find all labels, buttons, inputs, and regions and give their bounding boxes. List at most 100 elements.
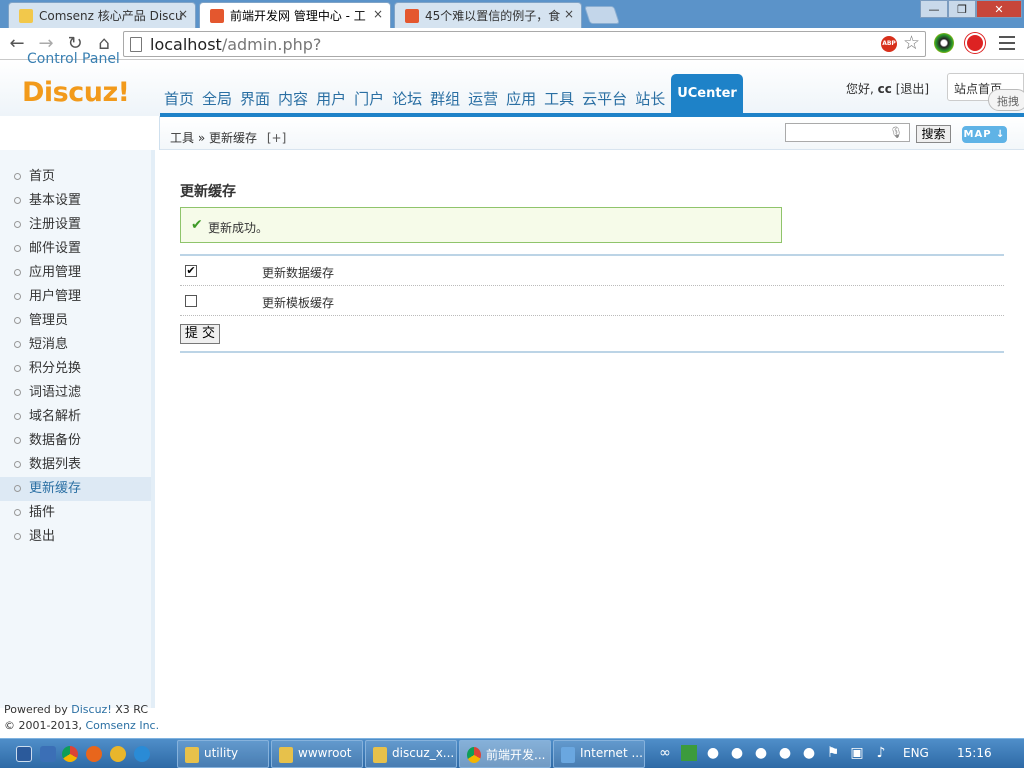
sidebar-item[interactable]: 短消息 — [0, 333, 151, 357]
sidebar-item[interactable]: 词语过滤 — [0, 381, 151, 405]
main-content: 更新缓存 ✔ 更新成功。 ✔ 更新数据缓存 更新模板缓存 提 交 — [160, 150, 1024, 708]
bullet-icon — [14, 293, 21, 300]
search-button[interactable]: 搜索 — [916, 125, 951, 143]
discuz-logo[interactable]: Discuz! — [22, 77, 130, 108]
sidebar-item[interactable]: 插件 — [0, 501, 151, 525]
sidebar-item-active[interactable]: 更新缓存 — [0, 477, 151, 501]
windows-taskbar: utility wwwroot discuz_x... 前端开发... Inte… — [0, 738, 1024, 768]
sidebar-item[interactable]: 应用管理 — [0, 261, 151, 285]
extension-stop-icon[interactable] — [965, 33, 985, 53]
tab-close-icon[interactable]: × — [178, 7, 188, 21]
browser-tab-examples[interactable]: 45个难以置信的例子，食 × — [394, 2, 582, 28]
qq-icon[interactable]: ● — [753, 745, 769, 761]
nav-item[interactable]: 站长 — [633, 86, 667, 112]
nav-item[interactable]: 首页 — [162, 86, 196, 112]
nav-item[interactable]: 全局 — [200, 86, 234, 112]
taskbar-clock[interactable]: 15:16 — [957, 746, 992, 760]
drag-search-bubble[interactable]: 拖拽 — [988, 89, 1024, 111]
sidebar-item[interactable]: 基本设置 — [0, 189, 151, 213]
ie-tab-icon[interactable] — [110, 746, 126, 762]
sidebar-item[interactable]: 数据列表 — [0, 453, 151, 477]
url-text: localhost/admin.php? — [150, 35, 322, 54]
sidebar-item[interactable]: 注册设置 — [0, 213, 151, 237]
sidebar-item[interactable]: 退出 — [0, 525, 151, 549]
page-icon — [130, 37, 142, 52]
taskbar-item-utility[interactable]: utility — [177, 740, 269, 768]
tray-green-icon[interactable] — [681, 745, 697, 761]
close-window-button[interactable]: ✕ — [976, 0, 1022, 18]
input-language[interactable]: ENG — [903, 746, 929, 760]
bullet-icon — [14, 173, 21, 180]
page-title: 更新缓存 — [180, 184, 236, 200]
address-bar[interactable]: localhost/admin.php? ABP ☆ — [123, 31, 926, 57]
sidebar-item[interactable]: 数据备份 — [0, 429, 151, 453]
switch-windows-icon[interactable] — [40, 746, 56, 762]
qq-icon[interactable]: ● — [705, 745, 721, 761]
discuz-link[interactable]: Discuz! — [71, 703, 111, 716]
firefox-icon[interactable] — [86, 746, 102, 762]
volume-icon[interactable]: ♪ — [873, 745, 889, 761]
update-data-cache-checkbox[interactable]: ✔ — [185, 265, 197, 277]
flag-icon[interactable]: ⚑ — [825, 745, 841, 761]
minimize-button[interactable]: — — [920, 0, 948, 18]
comsenz-favicon-icon — [19, 9, 33, 23]
nav-item[interactable]: 云平台 — [580, 86, 629, 112]
microphone-icon[interactable]: 🎙 — [889, 126, 903, 139]
browser-tab-admin[interactable]: 前端开发网 管理中心 - 工 × — [199, 2, 391, 28]
qq-icon[interactable]: ● — [777, 745, 793, 761]
nav-item[interactable]: 应用 — [504, 86, 538, 112]
sidebar-item[interactable]: 管理员 — [0, 309, 151, 333]
sidebar-item[interactable]: 积分兑换 — [0, 357, 151, 381]
nav-item[interactable]: 工具 — [542, 86, 576, 112]
logout-link[interactable]: [退出] — [896, 82, 929, 96]
new-tab-button[interactable] — [584, 6, 620, 24]
sidebar-item[interactable]: 域名解析 — [0, 405, 151, 429]
nav-item-ucenter[interactable]: UCenter — [671, 74, 743, 114]
maximize-button[interactable]: ❐ — [948, 0, 976, 18]
nav-item[interactable]: 论坛 — [390, 86, 424, 112]
nav-item[interactable]: 内容 — [276, 86, 310, 112]
nav-item[interactable]: 门户 — [352, 86, 386, 112]
network-icon — [561, 747, 575, 763]
tray-glasses-icon[interactable]: ∞ — [657, 745, 673, 761]
qq-icon[interactable]: ● — [801, 745, 817, 761]
nav-item[interactable]: 运营 — [466, 86, 500, 112]
taskbar-item-chrome[interactable]: 前端开发... — [459, 740, 551, 768]
sidebar-item[interactable]: 首页 — [0, 165, 151, 189]
qq-icon[interactable]: ● — [729, 745, 745, 761]
submit-button[interactable]: 提 交 — [180, 324, 220, 344]
bookmark-star-icon[interactable]: ☆ — [903, 32, 920, 54]
tab-close-icon[interactable]: × — [564, 7, 574, 21]
taskbar-item-discuz[interactable]: discuz_x... — [365, 740, 457, 768]
bullet-icon — [14, 509, 21, 516]
comsenz-link[interactable]: Comsenz Inc. — [85, 719, 159, 732]
success-message: 更新成功。 — [208, 221, 269, 235]
tab-close-icon[interactable]: × — [373, 7, 383, 21]
taskbar-item-wwwroot[interactable]: wwwroot — [271, 740, 363, 768]
extension-color-icon[interactable] — [934, 33, 954, 53]
bullet-icon — [14, 461, 21, 468]
nav-item[interactable]: 群组 — [428, 86, 462, 112]
add-shortcut-link[interactable]: [+] — [267, 131, 286, 145]
admin-search-input[interactable]: 🎙 — [785, 123, 910, 142]
nav-item[interactable]: 用户 — [314, 86, 348, 112]
breadcrumb: 工具 » 更新缓存 [+] — [170, 131, 287, 145]
internet-explorer-icon[interactable] — [134, 746, 150, 762]
breadcrumb-section[interactable]: 工具 — [170, 131, 194, 145]
nav-item[interactable]: 界面 — [238, 86, 272, 112]
sidebar-item[interactable]: 邮件设置 — [0, 237, 151, 261]
chrome-icon[interactable] — [62, 746, 78, 762]
map-button[interactable]: MAP ↓ — [962, 126, 1007, 143]
taskbar-item-internet[interactable]: Internet ... — [553, 740, 645, 768]
adblock-icon[interactable]: ABP — [881, 36, 897, 52]
sidebar-item[interactable]: 用户管理 — [0, 285, 151, 309]
show-desktop-icon[interactable] — [16, 746, 32, 762]
tab-title: 前端开发网 管理中心 - 工 — [230, 9, 366, 23]
network-error-icon[interactable]: ▣ — [849, 745, 865, 761]
update-template-cache-checkbox[interactable] — [185, 295, 197, 307]
powered-by: Powered by Discuz! X3 RC © 2001-2013, Co… — [4, 703, 160, 732]
browser-tab-comsenz[interactable]: Comsenz 核心产品 Discu × — [8, 2, 196, 28]
browser-menu-icon[interactable] — [999, 36, 1015, 50]
user-greeting: 您好, cc [退出] — [846, 82, 930, 96]
back-arrow-icon[interactable]: ← — [6, 33, 28, 55]
